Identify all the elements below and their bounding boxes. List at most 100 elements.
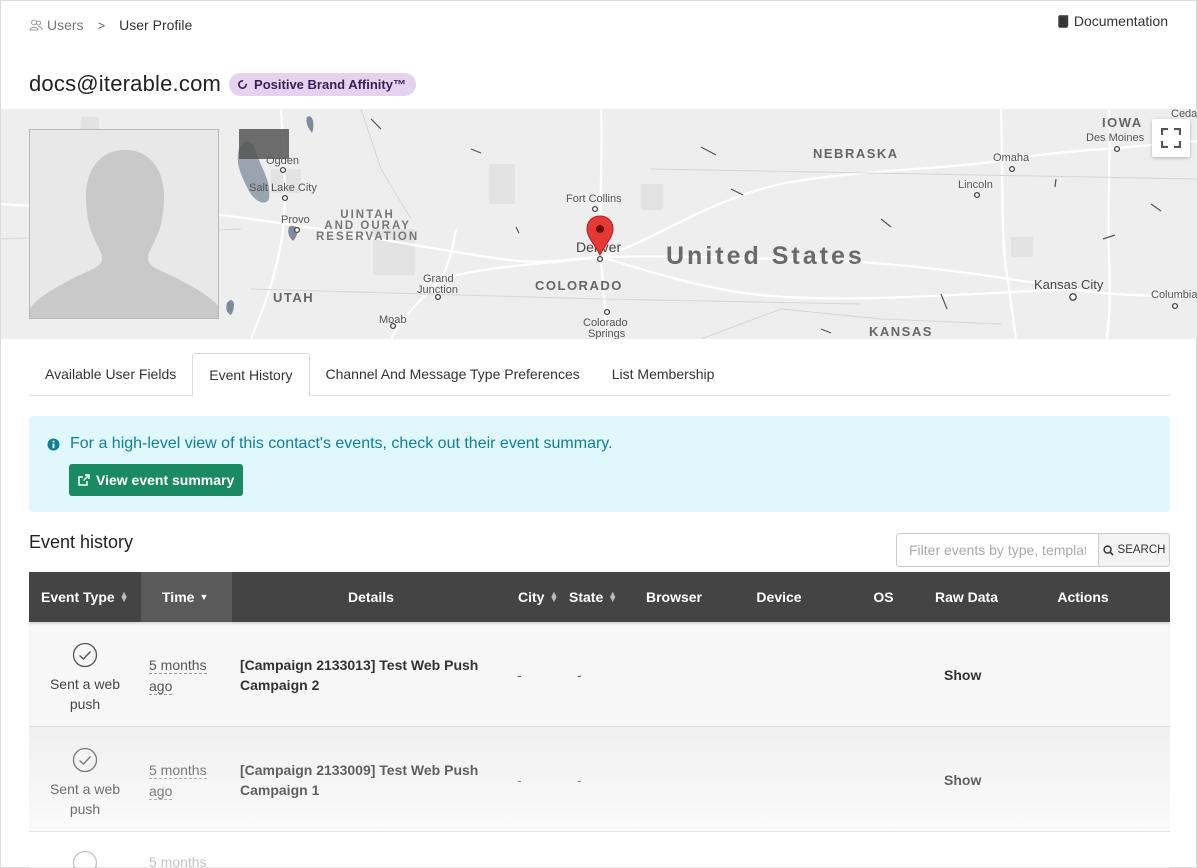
- event-details-cell: [Campaign 2133013] Test Web Push Campaig…: [240, 655, 490, 695]
- spinner-icon: [238, 79, 248, 89]
- column-event-type-label: Event Type: [41, 589, 115, 605]
- documentation-link[interactable]: Documentation: [1057, 13, 1168, 29]
- event-details-cell: [Campaign 2133009] Test Web Push Campaig…: [240, 760, 490, 800]
- search-icon: [1102, 544, 1114, 556]
- breadcrumb-users-label: Users: [47, 17, 84, 33]
- column-details-label: Details: [348, 589, 394, 605]
- banner-message: For a high-level view of this contact's …: [47, 435, 613, 453]
- sort-icon: ▲ ▼: [549, 589, 559, 604]
- map-label-utah: UTAH: [273, 290, 315, 305]
- map-label-moab: Moab: [379, 314, 407, 326]
- column-city-label: City: [518, 589, 545, 605]
- column-actions: Actions: [1006, 572, 1160, 622]
- breadcrumb-users-link[interactable]: Users: [29, 17, 84, 33]
- tab-available-user-fields[interactable]: Available User Fields: [29, 353, 192, 396]
- column-device-label: Device: [756, 589, 802, 605]
- location-map[interactable]: Ogden Salt Lake City Provo UINTAH AND OU…: [1, 109, 1197, 339]
- map-label-junction: Junction: [417, 284, 458, 296]
- column-event-type[interactable]: Event Type ▲ ▼: [29, 572, 141, 622]
- event-details-line1: [Campaign 2133009] Test Web Push: [240, 762, 479, 778]
- affinity-label: Positive Brand Affinity™: [254, 76, 406, 92]
- documentation-label: Documentation: [1073, 13, 1168, 29]
- event-type-line2: push: [69, 801, 101, 817]
- event-time-cell: 5 months: [149, 852, 219, 868]
- map-label-lincoln: Lincoln: [958, 179, 993, 191]
- column-raw-data: Raw Data: [927, 572, 1006, 622]
- tab-channel-preferences[interactable]: Channel And Message Type Preferences: [310, 353, 596, 396]
- table-row: 5 months: [29, 832, 1170, 868]
- sort-icon: ▲ ▼: [608, 589, 618, 604]
- sort-icon: ▲ ▼: [119, 589, 129, 604]
- column-browser: Browser: [630, 572, 718, 622]
- map-label-fort-collins: Fort Collins: [566, 193, 622, 205]
- show-raw-data-link[interactable]: Show: [944, 772, 981, 788]
- column-raw-data-label: Raw Data: [934, 589, 999, 605]
- tab-event-history[interactable]: Event History: [192, 353, 310, 397]
- event-time-line1: 5 months: [149, 657, 207, 674]
- column-device: Device: [718, 572, 840, 622]
- breadcrumb: Users > User Profile: [29, 17, 192, 33]
- map-label-kansas-city: Kansas City: [1034, 277, 1104, 292]
- column-details: Details: [232, 572, 510, 622]
- check-circle-icon: [72, 850, 98, 868]
- event-time-line2: ago: [149, 783, 173, 800]
- event-city-cell: -: [517, 667, 522, 683]
- event-city-cell: -: [517, 772, 522, 788]
- event-time-line1: 5 months: [149, 854, 207, 868]
- map-label-kansas: KANSAS: [869, 324, 933, 339]
- event-type-line1: Sent a web: [49, 676, 121, 692]
- external-link-icon: [78, 474, 90, 486]
- check-circle-icon: [72, 642, 98, 668]
- check-circle-icon: [72, 747, 98, 773]
- fullscreen-button[interactable]: [1152, 119, 1190, 157]
- users-icon: [29, 19, 43, 31]
- tab-list-membership[interactable]: List Membership: [596, 353, 731, 396]
- profile-tabs: Available User Fields Event History Chan…: [29, 353, 1170, 397]
- column-actions-label: Actions: [1057, 589, 1109, 605]
- column-os: OS: [840, 572, 927, 622]
- view-event-summary-button[interactable]: View event summary: [69, 464, 244, 496]
- map-label-nebraska: NEBRASKA: [813, 146, 899, 161]
- fullscreen-icon: [1161, 128, 1181, 148]
- map-pin-icon: [586, 215, 614, 257]
- column-browser-label: Browser: [645, 589, 703, 605]
- map-label-iowa: IOWA: [1102, 115, 1143, 130]
- map-label-reservation: UINTAH AND OURAY RESERVATION: [316, 209, 420, 243]
- view-event-summary-label: View event summary: [96, 472, 235, 488]
- show-raw-data-link[interactable]: Show: [944, 667, 981, 683]
- event-history-table: Event Type ▲ ▼ Time ▼ Details City ▲ ▼ Sta…: [29, 572, 1170, 868]
- column-time[interactable]: Time ▼: [141, 572, 232, 622]
- event-type-cell: Sent a web push: [29, 747, 141, 819]
- map-label-colorado-springs-2: Springs: [588, 328, 626, 339]
- avatar: [29, 129, 219, 319]
- page-title: docs@iterable.com: [29, 71, 222, 96]
- event-details-line2: Campaign 1: [240, 782, 320, 798]
- table-row: Sent a web push 5 months ago [Campaign 2…: [29, 727, 1170, 832]
- column-state-label: State: [569, 589, 604, 605]
- column-os-label: OS: [873, 589, 894, 605]
- map-label-united-states: United States: [666, 242, 865, 270]
- event-time-cell: 5 months ago: [149, 760, 219, 802]
- map-label-columbia: Columbia: [1151, 289, 1197, 301]
- column-city[interactable]: City ▲ ▼: [510, 572, 562, 622]
- event-history-title: Event history: [29, 532, 134, 552]
- map-label-reservation-word: RESERVATION: [316, 231, 420, 243]
- event-time-cell: 5 months ago: [149, 655, 219, 697]
- search-button-label: SEARCH: [1117, 544, 1166, 556]
- chevron-right-icon: >: [97, 17, 106, 33]
- breadcrumb-current: User Profile: [119, 17, 193, 33]
- sort-desc-icon: ▼: [199, 591, 209, 602]
- map-overlay-box: [239, 129, 289, 159]
- event-search: SEARCH: [896, 533, 1170, 567]
- app-window: Users > User Profile Documentation docs@…: [0, 0, 1197, 868]
- affinity-badge[interactable]: Positive Brand Affinity™: [229, 72, 416, 96]
- event-state-cell: -: [577, 667, 582, 683]
- event-details-line2: Campaign 2: [240, 677, 320, 693]
- book-icon: [1058, 14, 1069, 28]
- event-type-cell: [29, 850, 141, 868]
- table-header: Event Type ▲ ▼ Time ▼ Details City ▲ ▼ Sta…: [29, 572, 1170, 622]
- search-button[interactable]: SEARCH: [1098, 533, 1170, 567]
- event-search-input[interactable]: [896, 533, 1098, 567]
- info-banner: For a high-level view of this contact's …: [29, 416, 1170, 512]
- column-state[interactable]: State ▲ ▼: [562, 572, 630, 622]
